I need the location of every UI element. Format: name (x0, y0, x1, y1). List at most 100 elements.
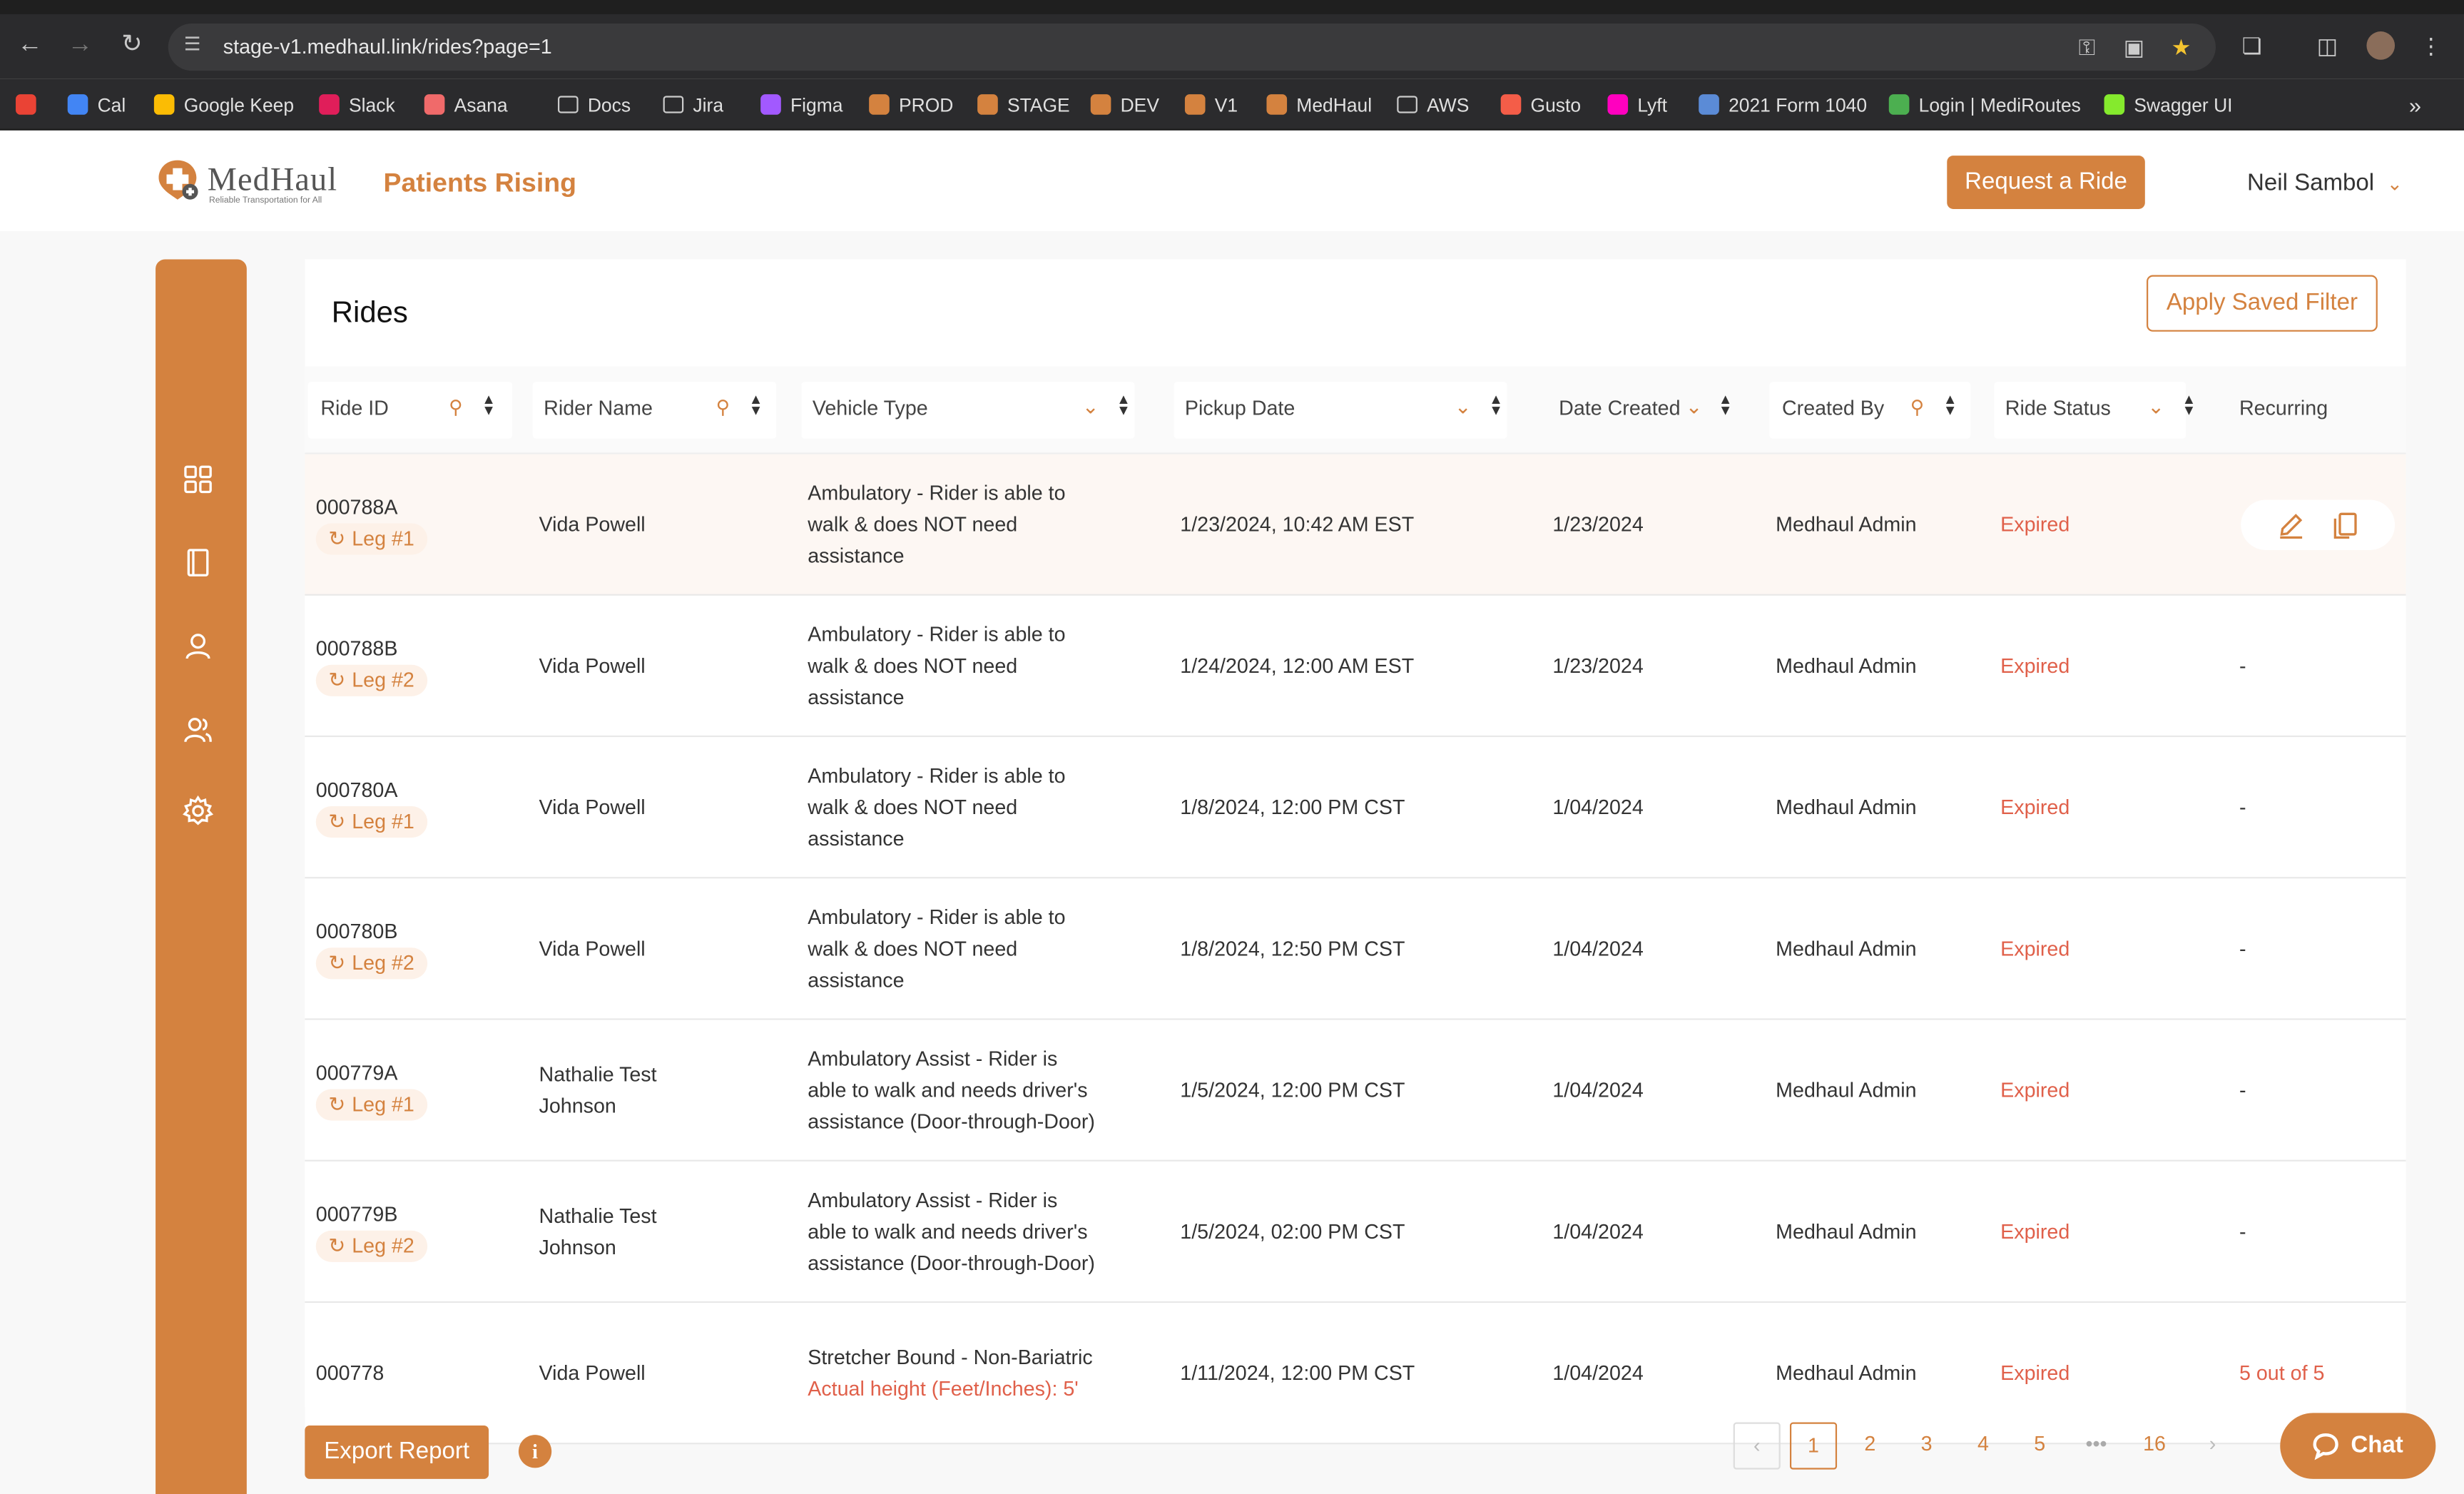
medhaul-logo[interactable]: MedHaul Reliable Transportation for All (156, 157, 344, 207)
bookmark-item[interactable]: Figma (760, 91, 842, 118)
profile-avatar[interactable] (2366, 31, 2396, 60)
back-icon[interactable]: ← (16, 31, 44, 60)
organization-name: Patients Rising (383, 168, 577, 198)
forward-icon[interactable]: → (66, 31, 95, 60)
search-icon[interactable]: ⚲ (712, 395, 734, 420)
ride-id[interactable]: 000779A (316, 1057, 398, 1089)
page-4-button[interactable]: 4 (1960, 1423, 2007, 1470)
page-16-button[interactable]: 16 (2131, 1423, 2178, 1470)
ride-status: Expired (2000, 1361, 2070, 1385)
sort-icon[interactable]: ▲ ▼ (478, 392, 500, 420)
column-ride-id: Ride ID (320, 396, 389, 420)
bookmark-item[interactable]: 2021 Form 1040 (1699, 91, 1867, 118)
ride-id[interactable]: 000780A (316, 775, 398, 806)
sidepanel-icon[interactable]: ◫ (2313, 31, 2342, 60)
book-icon[interactable] (183, 547, 214, 579)
table-row[interactable]: 000780B ↻ Leg #2 Vida Powell Ambulatory - Ri… (305, 878, 2406, 1020)
bookmark-item[interactable]: PROD (869, 91, 953, 118)
bookmark-item[interactable]: DEV (1090, 91, 1159, 118)
bookmark-item[interactable]: Cal (67, 91, 126, 118)
recurring-icon: ↻ (328, 950, 346, 975)
bookmark-item[interactable]: Gusto (1500, 91, 1581, 118)
page-3-button[interactable]: 3 (1903, 1423, 1950, 1470)
sort-icon[interactable]: ▲ ▼ (1939, 392, 1961, 420)
rider-name-line: Johnson (539, 1094, 616, 1118)
bookmark-item[interactable]: V1 (1184, 91, 1238, 118)
sort-icon[interactable]: ▲ ▼ (1714, 392, 1736, 420)
browser-toolbar: ← → ↻ ☰ stage-v1.medhaul.link/rides?page… (0, 0, 2464, 79)
bookmarks-overflow-icon[interactable]: » (2409, 91, 2421, 118)
reload-icon[interactable]: ↻ (118, 31, 146, 60)
ride-id[interactable]: 000779B (316, 1199, 398, 1231)
ride-id[interactable]: 000780B (316, 916, 398, 947)
page-5-button[interactable]: 5 (2016, 1423, 2063, 1470)
page-1-button[interactable]: 1 (1789, 1422, 1838, 1470)
bookmark-item[interactable]: Google Keep (153, 91, 294, 118)
ride-id[interactable]: 000788A (316, 492, 398, 523)
sort-icon[interactable]: ▲ ▼ (1485, 392, 1507, 420)
vehicle-type: Ambulatory Assist - Rider is able to walk… (808, 1044, 1095, 1138)
chevron-down-icon[interactable]: ⌄ (1452, 395, 1474, 420)
info-icon[interactable]: i (518, 1435, 552, 1468)
next-page-button[interactable]: › (2189, 1423, 2236, 1470)
chat-button[interactable]: Chat (2280, 1413, 2436, 1479)
key-icon[interactable]: ⚿ (2072, 33, 2101, 61)
bookmark-item[interactable] (16, 91, 46, 118)
users-icon[interactable] (183, 713, 214, 745)
user-menu[interactable]: Neil Sambol ⌄ (2247, 170, 2403, 196)
settings-icon[interactable] (183, 795, 214, 827)
bookmark-label: Swagger UI (2134, 93, 2233, 116)
menu-icon[interactable]: ⋮ (2417, 31, 2445, 60)
recurring-icon: ↻ (328, 1234, 346, 1258)
sort-icon[interactable]: ▲ ▼ (2178, 392, 2200, 420)
bookmark-item[interactable]: Lyft (1607, 91, 1667, 118)
chat-bubble-icon (2313, 1433, 2338, 1460)
chevron-down-icon[interactable]: ⌄ (1079, 395, 1101, 420)
extensions-icon[interactable]: ❏ (2238, 31, 2266, 60)
request-ride-button[interactable]: Request a Ride (1947, 156, 2145, 209)
chevron-down-icon[interactable]: ⌄ (2145, 395, 2167, 420)
copy-icon[interactable] (2331, 511, 2359, 539)
pages-ellipsis[interactable]: ••• (2072, 1423, 2119, 1470)
bookmark-item[interactable]: Asana (424, 91, 508, 118)
install-icon[interactable]: ▣ (2120, 33, 2149, 61)
ride-status: Expired (2000, 654, 2070, 678)
pickup-date: 1/8/2024, 12:50 PM CST (1180, 936, 1405, 960)
page-2-button[interactable]: 2 (1846, 1423, 1893, 1470)
prev-page-button[interactable]: ‹ (1733, 1422, 1781, 1470)
ride-id[interactable]: 000788B (316, 634, 398, 665)
table-row[interactable]: 000779B ↻ Leg #2 Nathalie Test Johnson Ambula… (305, 1161, 2406, 1304)
dashboard-icon[interactable] (183, 464, 214, 495)
user-icon[interactable] (183, 630, 214, 661)
table-row[interactable]: 000779A ↻ Leg #1 Nathalie Test Johnson Ambula… (305, 1020, 2406, 1162)
bookmark-item[interactable]: AWS (1397, 91, 1469, 118)
table-row[interactable]: 000780A ↻ Leg #1 Vida Powell Ambulatory - Ri… (305, 737, 2406, 879)
address-bar[interactable]: ☰ stage-v1.medhaul.link/rides?page=1 ⚿ ▣… (168, 24, 2216, 71)
sort-icon[interactable]: ▲ ▼ (745, 392, 767, 420)
search-icon[interactable]: ⚲ (444, 395, 467, 420)
bookmark-item[interactable]: MedHaul (1266, 91, 1372, 118)
bookmark-icon (319, 94, 340, 115)
sort-icon[interactable]: ▲ ▼ (1113, 392, 1135, 420)
search-icon[interactable]: ⚲ (1906, 395, 1928, 420)
edit-icon[interactable] (2277, 511, 2306, 539)
pickup-date: 1/5/2024, 02:00 PM CST (1180, 1219, 1405, 1244)
created-by: Medhaul Admin (1776, 512, 1917, 537)
site-settings-icon[interactable]: ☰ (184, 33, 209, 58)
table-row[interactable]: 000788A ↻ Leg #1 Vida Powell Ambulatory - Ri… (305, 454, 2406, 596)
bookmark-item[interactable]: Swagger UI (2104, 91, 2233, 118)
bookmark-item[interactable]: Slack (319, 91, 395, 118)
bookmark-item[interactable]: Jira (663, 91, 723, 118)
star-icon[interactable]: ★ (2167, 33, 2196, 61)
bookmark-item[interactable]: STAGE (977, 91, 1070, 118)
bookmark-item[interactable]: Docs (557, 91, 631, 118)
apply-saved-filter-button[interactable]: Apply Saved Filter (2147, 275, 2378, 332)
leg-label: Leg #1 (352, 526, 414, 550)
ride-id[interactable]: 000778 (316, 1358, 385, 1389)
vehicle-type-line: assistance (808, 544, 905, 568)
table-row[interactable]: 000788B ↻ Leg #2 Vida Powell Ambulatory - Ri… (305, 595, 2406, 738)
bookmark-item[interactable]: Login | MediRoutes (1888, 91, 2081, 118)
export-report-button[interactable]: Export Report (305, 1425, 489, 1479)
chevron-down-icon[interactable]: ⌄ (1683, 395, 1705, 420)
column-created-by: Created By (1781, 396, 1885, 420)
